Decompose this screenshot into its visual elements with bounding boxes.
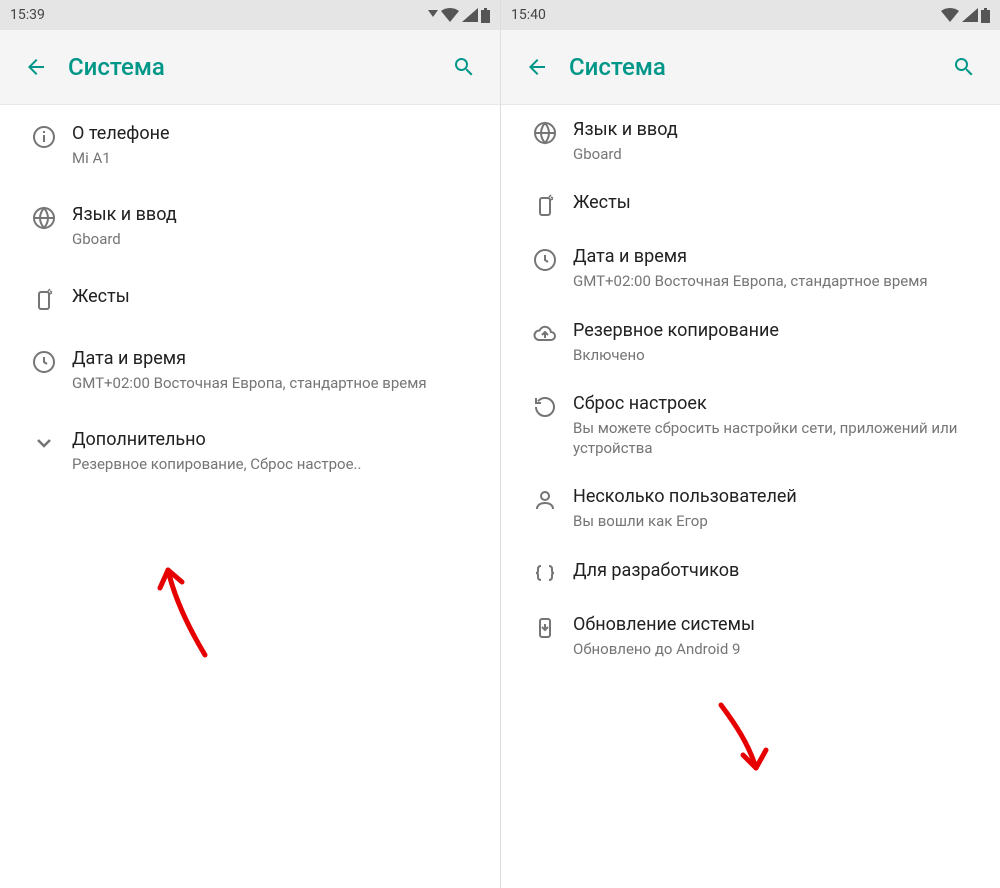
gesture-icon xyxy=(517,192,573,218)
app-bar: Система xyxy=(0,30,500,105)
update-icon xyxy=(517,614,573,659)
item-title: Дополнительно xyxy=(72,429,484,450)
item-title: Язык и ввод xyxy=(72,204,484,225)
screen-left: 15:39 Система О телефон xyxy=(0,0,500,888)
item-subtitle: GMT+02:00 Восточная Европа, стандартное … xyxy=(72,373,484,393)
search-icon xyxy=(952,55,976,79)
settings-item-gestures[interactable]: Жесты xyxy=(501,178,1000,232)
braces-icon xyxy=(517,560,573,586)
page-title: Система xyxy=(569,53,944,81)
status-icons xyxy=(941,8,990,23)
status-time: 15:39 xyxy=(10,7,45,23)
settings-item-date-time[interactable]: Дата и время GMT+02:00 Восточная Европа,… xyxy=(0,330,500,411)
settings-item-multiple-users[interactable]: Несколько пользователей Вы вошли как Его… xyxy=(501,472,1000,545)
dropdown-icon xyxy=(428,10,438,20)
item-title: Сброс настроек xyxy=(573,393,984,414)
globe-icon xyxy=(16,204,72,249)
status-bar: 15:40 xyxy=(501,0,1000,30)
item-title: Несколько пользователей xyxy=(573,486,984,507)
item-title: Обновление системы xyxy=(573,614,984,635)
dual-screenshot-container: 15:39 Система О телефон xyxy=(0,0,1000,888)
settings-item-system-update[interactable]: Обновление системы Обновлено до Android … xyxy=(501,600,1000,673)
settings-item-advanced[interactable]: Дополнительно Резервное копирование, Сбр… xyxy=(0,411,500,492)
item-subtitle: Вы вошли как Егор xyxy=(573,511,984,531)
chevron-down-icon xyxy=(16,429,72,474)
settings-item-about-phone[interactable]: О телефоне Mi A1 xyxy=(0,105,500,186)
settings-item-gestures[interactable]: Жесты xyxy=(0,268,500,330)
item-subtitle: Включено xyxy=(573,345,984,365)
item-subtitle: GMT+02:00 Восточная Европа, стандартное … xyxy=(573,271,984,291)
reset-icon xyxy=(517,393,573,459)
app-bar: Система xyxy=(501,30,1000,105)
settings-item-developer-options[interactable]: Для разработчиков xyxy=(501,546,1000,600)
status-icons xyxy=(428,8,490,23)
wifi-icon xyxy=(441,8,459,22)
globe-icon xyxy=(517,119,573,164)
item-title: Жесты xyxy=(573,192,984,213)
search-button[interactable] xyxy=(444,47,484,87)
battery-icon xyxy=(981,8,990,23)
item-subtitle: Mi A1 xyxy=(72,148,484,168)
settings-item-language-input[interactable]: Язык и ввод Gboard xyxy=(501,105,1000,178)
clock-icon xyxy=(517,246,573,291)
screen-right: 15:40 Система Язык и ввод xyxy=(500,0,1000,888)
page-title: Система xyxy=(68,53,444,81)
settings-list: О телефоне Mi A1 Язык и ввод Gboard Же xyxy=(0,105,500,888)
back-button[interactable] xyxy=(16,47,56,87)
wifi-icon xyxy=(941,8,959,22)
search-icon xyxy=(452,55,476,79)
settings-item-reset[interactable]: Сброс настроек Вы можете сбросить настро… xyxy=(501,379,1000,473)
users-icon xyxy=(517,486,573,531)
item-title: Жесты xyxy=(72,286,484,307)
signal-icon xyxy=(962,8,978,22)
item-title: О телефоне xyxy=(72,123,484,144)
search-button[interactable] xyxy=(944,47,984,87)
backup-icon xyxy=(517,320,573,365)
gesture-icon xyxy=(16,286,72,312)
item-subtitle: Вы можете сбросить настройки сети, прило… xyxy=(573,418,984,459)
settings-item-date-time[interactable]: Дата и время GMT+02:00 Восточная Европа,… xyxy=(501,232,1000,305)
item-subtitle: Обновлено до Android 9 xyxy=(573,639,984,659)
item-title: Язык и ввод xyxy=(573,119,984,140)
status-time: 15:40 xyxy=(511,7,546,23)
settings-item-language-input[interactable]: Язык и ввод Gboard xyxy=(0,186,500,267)
item-subtitle: Резервное копирование, Сброс настрое.. xyxy=(72,454,484,474)
arrow-back-icon xyxy=(24,55,48,79)
clock-icon xyxy=(16,348,72,393)
item-title: Для разработчиков xyxy=(573,560,984,581)
item-subtitle: Gboard xyxy=(72,229,484,249)
back-button[interactable] xyxy=(517,47,557,87)
settings-list: Язык и ввод Gboard Жесты Дата и время xyxy=(501,105,1000,888)
battery-icon xyxy=(481,8,490,23)
item-title: Резервное копирование xyxy=(573,320,984,341)
signal-icon xyxy=(462,8,478,22)
item-title: Дата и время xyxy=(573,246,984,267)
item-subtitle: Gboard xyxy=(573,144,984,164)
item-title: Дата и время xyxy=(72,348,484,369)
settings-item-backup[interactable]: Резервное копирование Включено xyxy=(501,306,1000,379)
arrow-back-icon xyxy=(525,55,549,79)
info-icon xyxy=(16,123,72,168)
status-bar: 15:39 xyxy=(0,0,500,30)
